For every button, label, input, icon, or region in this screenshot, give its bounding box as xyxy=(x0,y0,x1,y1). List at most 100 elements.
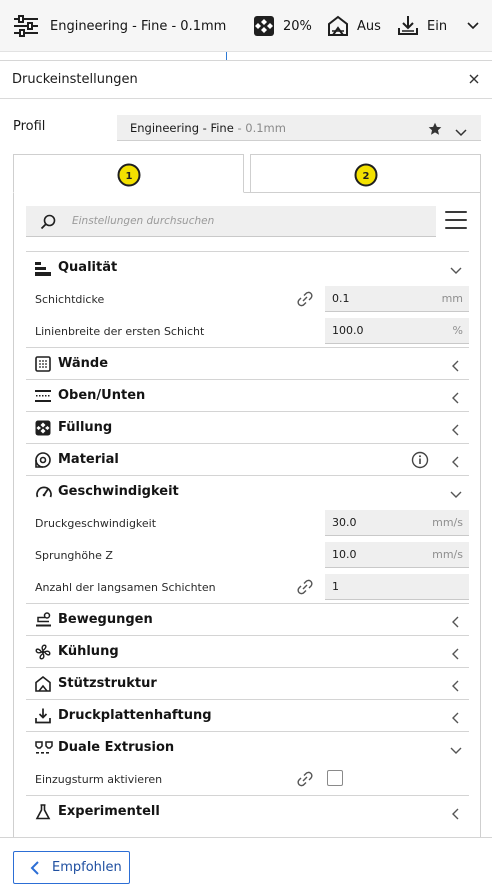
setting-label: Sprunghöhe Z xyxy=(35,549,113,562)
hamburger-line xyxy=(445,227,467,229)
adhesion-icon xyxy=(35,708,51,724)
category-dual-extrusion[interactable]: Duale Extrusion xyxy=(26,731,469,763)
setting-value: 30.0 xyxy=(332,516,357,529)
prime-tower-checkbox[interactable] xyxy=(327,770,343,786)
support-summary[interactable]: Aus xyxy=(327,0,381,52)
category-speed[interactable]: Geschwindigkeit xyxy=(26,475,469,507)
settings-search-input[interactable]: Einstellungen durchsuchen xyxy=(26,206,436,237)
category-top-bottom[interactable]: Oben/Unten xyxy=(26,379,469,411)
category-label: Geschwindigkeit xyxy=(58,484,179,499)
category-label: Bewegungen xyxy=(58,612,153,627)
chevron-left-icon xyxy=(450,645,462,660)
search-icon xyxy=(40,214,56,234)
top-bottom-icon xyxy=(35,388,51,404)
profile-selected-sub: - 0.1mm xyxy=(233,121,286,135)
setting-label: Druckgeschwindigkeit xyxy=(35,517,157,530)
category-material[interactable]: Material xyxy=(26,443,469,475)
category-label: Stützstruktur xyxy=(58,676,157,691)
dual-extrusion-icon xyxy=(35,740,53,756)
topbar-expand-button[interactable] xyxy=(467,0,479,52)
chevron-left-icon xyxy=(450,613,462,628)
chevron-left-icon xyxy=(450,453,462,468)
setting-layer-height: Schichtdicke 0.1 mm xyxy=(26,283,469,315)
adhesion-summary[interactable]: Ein xyxy=(397,0,447,52)
flask-icon xyxy=(35,804,51,820)
panel-header: Druckeinstellungen xyxy=(0,61,492,99)
setting-unit: % xyxy=(452,324,463,337)
speedometer-icon xyxy=(35,484,52,500)
chevron-left-icon xyxy=(450,677,462,692)
chevron-down-icon xyxy=(455,122,467,141)
category-label: Material xyxy=(58,452,119,467)
setting-value: 0.1 xyxy=(332,292,350,305)
profile-dropdown[interactable]: Engineering - Fine - 0.1mm xyxy=(117,115,481,141)
recommended-button-label: Empfohlen xyxy=(52,860,122,875)
category-support[interactable]: Stützstruktur xyxy=(26,667,469,699)
popup-pointer xyxy=(226,52,227,60)
support-icon xyxy=(327,15,349,37)
panel-footer: Empfohlen xyxy=(0,837,492,892)
chevron-left-icon xyxy=(450,389,462,404)
z-hop-input[interactable]: 10.0 mm/s xyxy=(325,542,469,568)
link-icon[interactable] xyxy=(296,291,314,311)
setting-label: Schichtdicke xyxy=(35,293,105,306)
star-icon[interactable] xyxy=(428,121,442,140)
profile-selected-name: Engineering - Fine xyxy=(130,121,234,135)
chevron-down-icon xyxy=(450,261,462,274)
setting-unit: mm/s xyxy=(432,516,463,529)
setting-label: Linienbreite der ersten Schicht xyxy=(35,325,205,338)
profile-summary-label: Engineering - Fine - 0.1mm xyxy=(50,18,227,34)
category-label: Oben/Unten xyxy=(58,388,146,403)
chevron-left-icon xyxy=(29,860,41,880)
initial-line-width-input[interactable]: 100.0 % xyxy=(325,318,469,344)
chevron-down-icon xyxy=(450,741,462,754)
category-quality[interactable]: Qualität xyxy=(26,251,469,283)
print-settings-panel: Druckeinstellungen Profil Engineering - … xyxy=(0,60,492,892)
top-toolbar: Engineering - Fine - 0.1mm 20% Aus Ein xyxy=(0,0,492,52)
category-label: Füllung xyxy=(58,420,113,435)
close-icon[interactable] xyxy=(466,71,482,87)
search-placeholder: Einstellungen durchsuchen xyxy=(72,215,215,227)
category-adhesion[interactable]: Druckplattenhaftung xyxy=(26,699,469,731)
travel-icon xyxy=(35,612,51,628)
hamburger-line xyxy=(445,211,467,213)
chevron-left-icon xyxy=(450,357,462,372)
category-label: Kühlung xyxy=(58,644,119,659)
setting-print-speed: Druckgeschwindigkeit 30.0 mm/s xyxy=(26,507,469,539)
extruder-2-icon: 2 xyxy=(354,163,378,187)
category-label: Duale Extrusion xyxy=(58,740,175,755)
category-experimental[interactable]: Experimentell xyxy=(26,795,469,827)
info-icon[interactable] xyxy=(411,451,429,473)
category-walls[interactable]: Wände xyxy=(26,347,469,379)
tab-extruder-2[interactable]: 2 xyxy=(250,154,481,193)
print-settings-summary-button[interactable]: Engineering - Fine - 0.1mm xyxy=(12,0,226,52)
layer-height-input[interactable]: 0.1 mm xyxy=(325,286,469,312)
setting-unit: mm/s xyxy=(432,548,463,561)
category-cooling[interactable]: Kühlung xyxy=(26,635,469,667)
category-label: Experimentell xyxy=(58,804,160,819)
link-icon[interactable] xyxy=(296,579,314,599)
category-travel[interactable]: Bewegungen xyxy=(26,603,469,635)
infill-value: 20% xyxy=(283,18,312,34)
tab-extruder-2-label: 2 xyxy=(363,171,370,182)
recommended-mode-button[interactable]: Empfohlen xyxy=(13,851,130,884)
chevron-down-icon xyxy=(467,22,479,30)
infill-summary[interactable]: 20% xyxy=(253,0,312,52)
chevron-left-icon xyxy=(450,709,462,724)
tab-extruder-1[interactable]: 1 xyxy=(13,154,244,193)
chevron-down-icon xyxy=(450,485,462,498)
tab-extruder-1-label: 1 xyxy=(126,171,133,182)
category-infill[interactable]: Füllung xyxy=(26,411,469,443)
material-spool-icon xyxy=(35,452,51,468)
profile-label: Profil xyxy=(13,119,46,134)
link-icon[interactable] xyxy=(296,771,314,791)
print-speed-input[interactable]: 30.0 mm/s xyxy=(325,510,469,536)
setting-prime-tower: Einzugsturm aktivieren xyxy=(26,763,469,795)
settings-visibility-menu-button[interactable] xyxy=(445,211,467,231)
setting-value: 100.0 xyxy=(332,324,364,337)
support-value: Aus xyxy=(357,18,381,34)
adhesion-icon xyxy=(397,15,419,37)
extruder-1-icon: 1 xyxy=(117,163,141,187)
slow-layers-input[interactable]: 1 xyxy=(325,574,469,600)
hamburger-line xyxy=(445,219,467,221)
